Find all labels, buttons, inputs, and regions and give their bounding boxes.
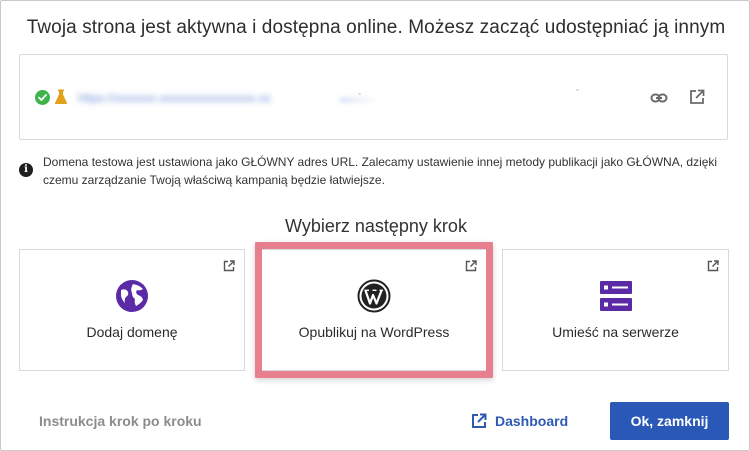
url-blur-tail	[340, 97, 380, 103]
external-link-icon	[465, 259, 477, 272]
published-url-link[interactable]: https://xxxxxxx.xxxxxxxxxxxxxxxx.xx	[78, 91, 340, 107]
info-icon: i	[19, 163, 33, 177]
dialog-title: Twoja strona jest aktywna i dostępna onl…	[26, 17, 726, 38]
dashboard-button[interactable]: Dashboard	[471, 410, 568, 432]
publish-wordpress-card[interactable]: Opublikuj na WordPress	[261, 249, 487, 371]
info-text: Domena testowa jest ustawiona jako GŁÓWN…	[43, 155, 718, 187]
external-link-icon[interactable]	[688, 88, 706, 106]
wordpress-icon	[357, 279, 391, 313]
published-url-box: https://xxxxxxx.xxxxxxxxxxxxxxxx.xx	[19, 54, 728, 140]
server-icon	[599, 279, 633, 313]
publish-success-dialog: Twoja strona jest aktywna i dostępna onl…	[0, 0, 750, 451]
publish-wordpress-label: Opublikuj na WordPress	[298, 324, 450, 340]
close-button[interactable]: Ok, zamknij	[610, 402, 729, 440]
dashboard-label: Dashboard	[495, 413, 569, 429]
step-by-step-guide-link[interactable]: Instrukcja krok po kroku	[39, 413, 202, 429]
external-link-icon	[223, 259, 235, 272]
flask-icon	[54, 89, 68, 105]
next-step-title: Wybierz następny krok	[285, 216, 467, 236]
decor-speck	[358, 93, 361, 95]
add-domain-label: Dodaj domenę	[86, 324, 178, 340]
decor-speck	[576, 89, 579, 91]
external-link-icon	[707, 259, 719, 272]
external-link-icon	[471, 413, 487, 429]
globe-icon	[115, 279, 149, 313]
host-on-server-card[interactable]: Umieść na serwerze	[502, 249, 729, 371]
check-circle-icon	[35, 90, 50, 105]
host-on-server-label: Umieść na serwerze	[552, 324, 679, 340]
link-icon[interactable]	[650, 89, 668, 107]
add-domain-card[interactable]: Dodaj domenę	[19, 249, 245, 371]
